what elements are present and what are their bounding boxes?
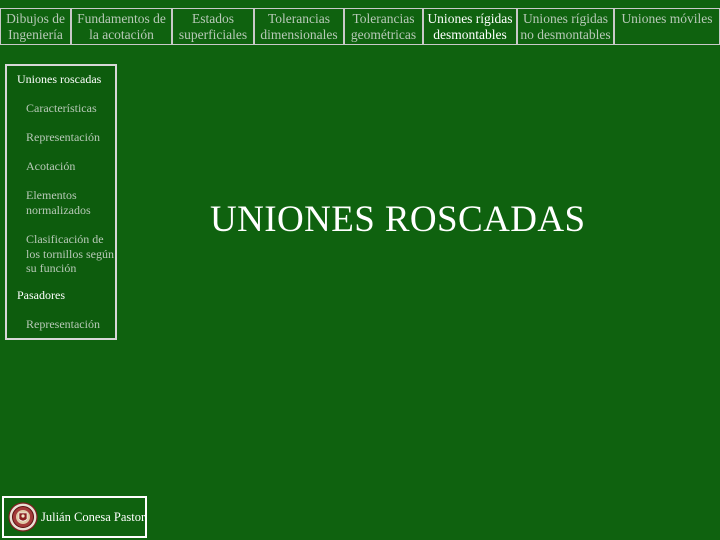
sidebar-item-acotacion[interactable]: Acotación — [26, 159, 75, 174]
tab-label: Fundamentos de la acotación — [77, 10, 166, 42]
sidebar-item-uniones-roscadas[interactable]: Uniones roscadas — [17, 72, 101, 87]
tab-label: Dibujos de Ingeniería — [6, 10, 65, 42]
sidebar-item-caracteristicas[interactable]: Características — [26, 101, 97, 116]
tab-label: Uniones móviles — [621, 11, 713, 26]
author-name: Julián Conesa Pastor — [41, 510, 146, 524]
tab-fundamentos-de-la-acotacion[interactable]: Fundamentos de la acotación — [71, 8, 172, 45]
tab-label: Tolerancias dimensionales — [260, 10, 338, 42]
university-seal-icon — [8, 502, 38, 532]
sidebar-item-pasadores[interactable]: Pasadores — [17, 288, 65, 303]
tab-dibujos-de-ingenieria[interactable]: Dibujos de Ingeniería — [0, 8, 71, 45]
tab-label: Uniones rígidas no desmontables — [520, 10, 611, 42]
tab-uniones-moviles[interactable]: Uniones móviles — [614, 8, 720, 45]
tab-tolerancias-dimensionales[interactable]: Tolerancias dimensionales — [254, 8, 344, 45]
tab-estados-superficiales[interactable]: Estados superficiales — [172, 8, 254, 45]
sidebar-item-representacion-roscas[interactable]: Representación — [26, 130, 100, 145]
tab-label: Tolerancias geométricas — [350, 10, 417, 42]
author-credit[interactable]: Julián Conesa Pastor — [2, 496, 147, 538]
page-title: UNIONES ROSCADAS — [210, 199, 586, 240]
tab-label: Estados superficiales — [178, 10, 248, 42]
sidebar-item-elementos-normalizados[interactable]: Elementos normalizados — [26, 188, 98, 217]
tab-tolerancias-geometricas[interactable]: Tolerancias geométricas — [344, 8, 423, 45]
sidebar-item-representacion-pasadores[interactable]: Representación — [26, 317, 100, 332]
tab-uniones-rigidas-desmontables[interactable]: Uniones rígidas desmontables — [423, 8, 517, 45]
sidebar-item-clasificacion-tornillos[interactable]: Clasificación de los tornillos según su … — [26, 232, 114, 276]
tab-uniones-rigidas-no-desmontables[interactable]: Uniones rígidas no desmontables — [517, 8, 614, 45]
top-navigation: Dibujos de Ingeniería Fundamentos de la ac… — [0, 8, 720, 45]
side-navigation-panel: Uniones roscadas Características Represe… — [5, 64, 117, 340]
tab-label: Uniones rígidas desmontables — [427, 10, 513, 42]
